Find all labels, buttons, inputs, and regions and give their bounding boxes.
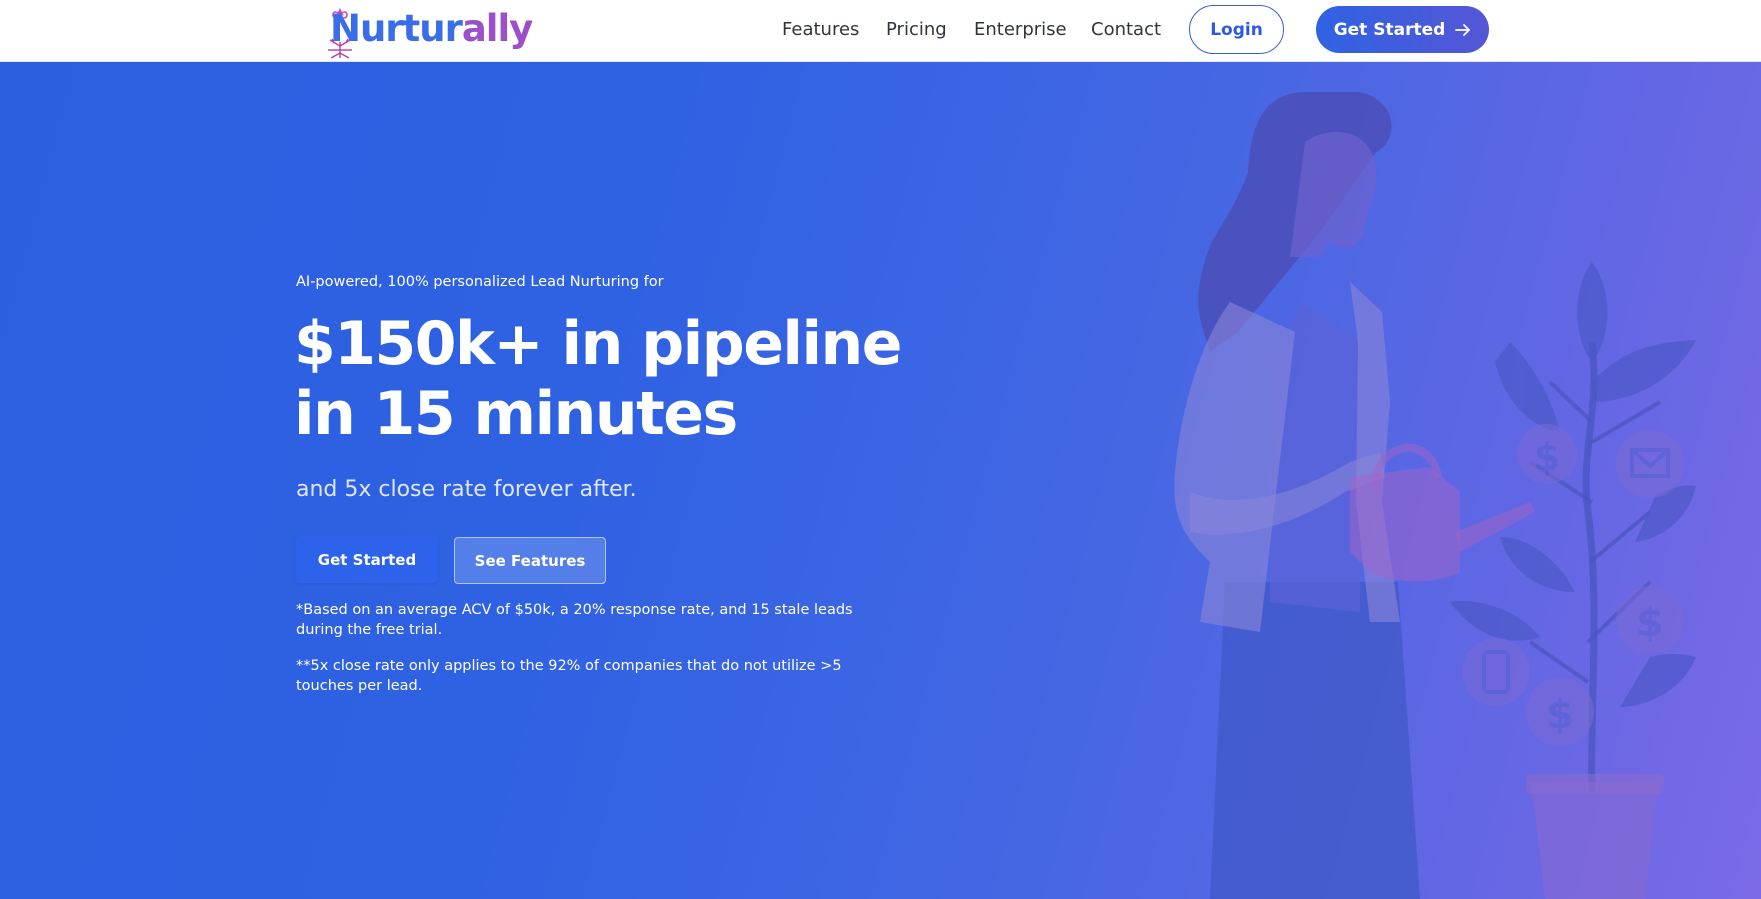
- see-features-label: See Features: [474, 551, 586, 570]
- login-button-label: Login: [1210, 19, 1263, 40]
- nurturally-logo[interactable]: Nurturally: [322, 2, 533, 59]
- login-button[interactable]: Login: [1189, 5, 1284, 54]
- hero-subhead: and 5x close rate forever after.: [296, 477, 637, 502]
- nav-get-started-button[interactable]: Get Started: [1316, 6, 1489, 53]
- nav-link-enterprise[interactable]: Enterprise: [974, 17, 1067, 43]
- arrow-right-icon: [1455, 23, 1471, 36]
- plant-pot: [1530, 782, 1660, 899]
- see-features-button[interactable]: See Features: [454, 537, 606, 584]
- footnote-close-rate: **5x close rate only applies to the 92% …: [296, 658, 842, 694]
- phone-icon: [1462, 638, 1530, 706]
- logo-wordmark-part2: ally: [461, 7, 533, 50]
- logo-wordmark-part1: Nurtur: [330, 7, 463, 50]
- legs-shape: [1210, 582, 1420, 899]
- nav-link-contact[interactable]: Contact: [1091, 17, 1161, 43]
- nav-link-pricing[interactable]: Pricing: [886, 17, 947, 43]
- hero-headline-line2: in 15 minutes: [294, 379, 738, 449]
- nav-get-started-label: Get Started: [1333, 19, 1446, 40]
- hero-eyebrow: AI-powered, 100% personalized Lead Nurtu…: [296, 274, 664, 290]
- svg-text:$: $: [1534, 435, 1560, 479]
- svg-text:$: $: [1636, 600, 1664, 646]
- hero-get-started-label: Get Started: [317, 550, 417, 569]
- footnote-acv-assumption: *Based on an average ACV of $50k, a 20% …: [296, 602, 853, 638]
- top-navbar: Nurturally Features Pricing Enterprise C…: [0, 0, 1761, 62]
- woman-watering-money-plant-illustration: $ $ $: [1174, 92, 1696, 899]
- hero-section: $ $ $ AI-powered, 100% personalized Lead…: [0, 62, 1761, 899]
- watering-can-shape: [1350, 467, 1460, 582]
- nav-link-features[interactable]: Features: [782, 17, 859, 43]
- hero-headline-line1: $150k+ in pipeline: [294, 309, 902, 379]
- hero-headline: $150k+ in pipeline in 15 minutes: [294, 309, 934, 449]
- svg-text:$: $: [1546, 692, 1574, 738]
- logo-wordmark: Nurturally: [330, 4, 533, 54]
- hero-get-started-button[interactable]: Get Started: [296, 536, 438, 583]
